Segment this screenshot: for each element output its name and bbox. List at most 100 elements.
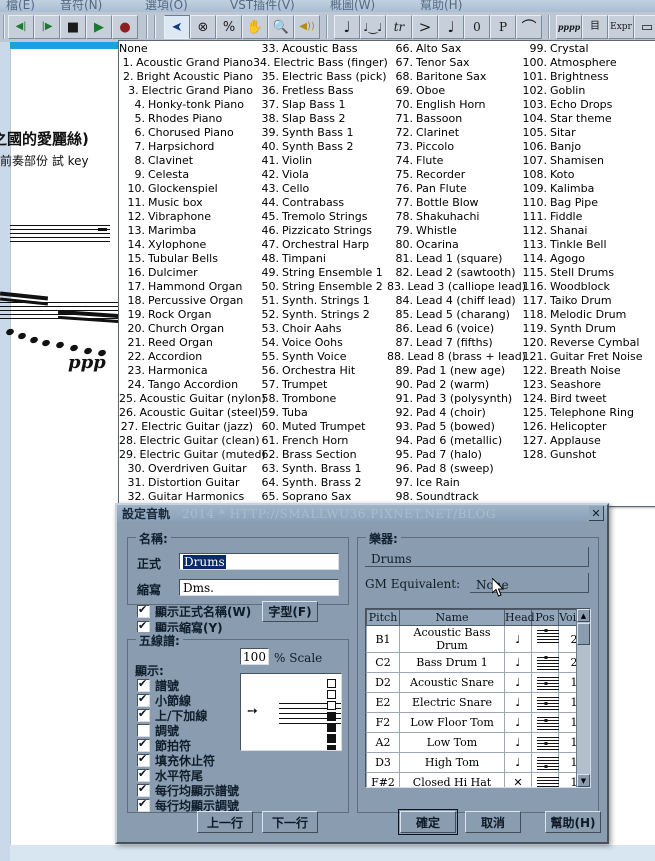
instrument-item[interactable]: 25. Acoustic Guitar (nylon) (119, 392, 266, 406)
instrument-item[interactable]: 38. Slap Bass 2 (253, 112, 387, 126)
cell-pitch[interactable]: D3 (366, 752, 400, 773)
instrument-item[interactable]: 111. Fiddle (521, 210, 651, 224)
table-row[interactable]: E2 Electric Snare ♩ 1 (366, 692, 590, 713)
instrument-item[interactable]: 32. Guitar Harmonics (119, 490, 253, 504)
cell-pos[interactable] (531, 772, 559, 787)
hand-pan-tool[interactable]: ✋ (242, 15, 268, 39)
cell-head[interactable]: ♩ (504, 732, 532, 753)
instrument-item[interactable]: 45. Tremolo Strings (253, 210, 387, 224)
instrument-item[interactable]: 81. Lead 1 (square) (387, 252, 521, 266)
expression-tool[interactable]: Expr (608, 15, 634, 39)
instrument-item[interactable]: 124. Bird tweet (521, 392, 651, 406)
instrument-item[interactable]: 6. Chorused Piano (119, 126, 253, 140)
instrument-item[interactable]: 27. Electric Guitar (jazz) (119, 420, 253, 434)
instrument-item[interactable]: 65. Soprano Sax (253, 490, 387, 504)
table-header-name[interactable]: Name (399, 609, 505, 626)
instrument-item[interactable]: 10. Glockenspiel (119, 182, 253, 196)
instrument-item[interactable]: 15. Tubular Bells (119, 252, 253, 266)
play-button[interactable]: ▶ (86, 15, 112, 39)
menu-item-vst[interactable]: VST插件(V) (230, 0, 295, 12)
instrument-item[interactable]: 23. Harmonica (119, 364, 253, 378)
note-duration-tool[interactable]: ♩ (438, 15, 464, 39)
instrument-item[interactable]: 84. Lead 4 (chiff lead) (387, 294, 521, 308)
instrument-item[interactable]: 71. Bassoon (387, 112, 521, 126)
cell-head[interactable]: ♩ (504, 672, 532, 693)
select-arrow-tool[interactable]: ➤ (164, 15, 190, 39)
cell-name[interactable]: Electric Snare (399, 692, 505, 713)
drum-map-table[interactable]: Pitch Name Head Pos Voice B1 Acoustic Bass Dr… (365, 608, 591, 788)
instrument-item[interactable]: 36. Fretless Bass (253, 84, 387, 98)
instrument-item[interactable]: 26. Acoustic Guitar (steel) (119, 406, 262, 420)
instrument-item[interactable]: 102. Goblin (521, 84, 651, 98)
instrument-item[interactable]: 62. Brass Section (253, 448, 387, 462)
ok-button[interactable]: 確定 (398, 809, 458, 835)
instrument-item[interactable]: 33. Acoustic Bass (253, 42, 387, 56)
cell-pos[interactable] (531, 732, 559, 753)
table-row[interactable]: B1 Acoustic Bass Drum ♩ 2 (366, 625, 590, 653)
close-icon[interactable]: ✕ (589, 506, 604, 521)
slur-curve-tool[interactable]: ⌒ (516, 15, 542, 39)
instrument-item[interactable]: 95. Pad 7 (halo) (387, 448, 521, 462)
cell-name[interactable]: Low Floor Tom (399, 712, 505, 733)
instrument-item[interactable]: 8. Clavinet (119, 154, 253, 168)
table-row[interactable]: F2 Low Floor Tom ♩ 1 (366, 712, 590, 733)
cell-pos[interactable] (531, 625, 559, 653)
cell-pitch[interactable]: C2 (366, 652, 400, 673)
instrument-item[interactable]: 34. Electric Bass (finger) (253, 56, 388, 70)
instrument-item[interactable]: 73. Piccolo (387, 140, 521, 154)
instrument-item[interactable]: 128. Gunshot (521, 448, 651, 462)
cell-pitch[interactable]: E2 (366, 692, 400, 713)
cell-name[interactable]: Low Tom (399, 732, 505, 753)
instrument-item[interactable]: 50. String Ensemble 2 (253, 280, 387, 294)
percent-tool[interactable]: % (216, 15, 242, 39)
instrument-item[interactable]: 87. Lead 7 (fifths) (387, 336, 521, 350)
menu-item-view[interactable]: 概圖(W) (330, 0, 375, 12)
instrument-item[interactable]: 24. Tango Accordion (119, 378, 253, 392)
instrument-item[interactable]: 11. Music box (119, 196, 253, 210)
instrument-item[interactable]: 76. Pan Flute (387, 182, 521, 196)
instrument-item[interactable]: 1. Acoustic Grand Piano (119, 56, 253, 70)
instrument-item[interactable]: 114. Agogo (521, 252, 651, 266)
instrument-item[interactable]: 20. Church Organ (119, 322, 253, 336)
instrument-item[interactable]: 51. Synth. Strings 1 (253, 294, 387, 308)
cell-pos[interactable] (531, 672, 559, 693)
next-row-button[interactable]: 下一行 (262, 811, 318, 833)
cell-pos[interactable] (531, 712, 559, 733)
instrument-item[interactable]: 30. Overdriven Guitar (119, 462, 253, 476)
instrument-item[interactable]: 105. Sitar (521, 126, 651, 140)
instrument-item[interactable]: 75. Recorder (387, 168, 521, 182)
instrument-item[interactable]: 85. Lead 5 (charang) (387, 308, 521, 322)
full-name-field[interactable]: Drums (179, 553, 339, 570)
instrument-item[interactable]: 80. Ocarina (387, 238, 521, 252)
cell-pitch[interactable]: F#2 (366, 772, 400, 787)
instrument-item[interactable]: 79. Whistle (387, 224, 521, 238)
cell-head[interactable]: ♩ (504, 712, 532, 733)
instrument-item[interactable]: 120. Reverse Cymbal (521, 336, 651, 350)
instrument-item[interactable]: 82. Lead 2 (sawtooth) (387, 266, 521, 280)
pedal-tool[interactable]: P (490, 15, 516, 39)
instrument-item[interactable]: 54. Voice Oohs (253, 336, 387, 350)
instrument-item[interactable]: 57. Trumpet (253, 378, 387, 392)
scale-field[interactable]: 100 (240, 648, 269, 665)
scroll-up-button[interactable]: ▲ (577, 609, 590, 622)
instrument-item[interactable]: 103. Echo Drops (521, 98, 651, 112)
table-row[interactable]: D3 High Tom ♩ 1 (366, 752, 590, 773)
cell-name[interactable]: Closed Hi Hat (399, 772, 505, 787)
cell-head[interactable]: ♩ (504, 752, 532, 773)
table-row[interactable]: F#2 Closed Hi Hat ✕ 1 (366, 772, 590, 787)
scroll-down-button[interactable]: ▼ (577, 774, 590, 787)
instrument-item[interactable]: 109. Kalimba (521, 182, 651, 196)
instrument-item[interactable]: 28. Electric Guitar (clean) (119, 434, 260, 448)
instrument-item[interactable]: 3. Electric Grand Piano (119, 84, 253, 98)
table-row[interactable]: C2 Bass Drum 1 ♩ 2 (366, 652, 590, 673)
instrument-item[interactable]: 46. Pizzicato Strings (253, 224, 387, 238)
instrument-item[interactable]: 9. Celesta (119, 168, 253, 182)
instrument-item[interactable]: 13. Marimba (119, 224, 253, 238)
staff-setup-tool[interactable]: 目 (582, 15, 608, 39)
menu-item-options[interactable]: 選項(O) (145, 0, 188, 12)
instrument-item[interactable]: 66. Alto Sax (387, 42, 521, 56)
cell-name[interactable]: High Tom (399, 752, 505, 773)
instrument-item[interactable]: 7. Harpsichord (119, 140, 253, 154)
trill-tool[interactable]: tr (386, 15, 412, 39)
table-scrollbar[interactable]: ▲ ▼ (576, 609, 590, 787)
